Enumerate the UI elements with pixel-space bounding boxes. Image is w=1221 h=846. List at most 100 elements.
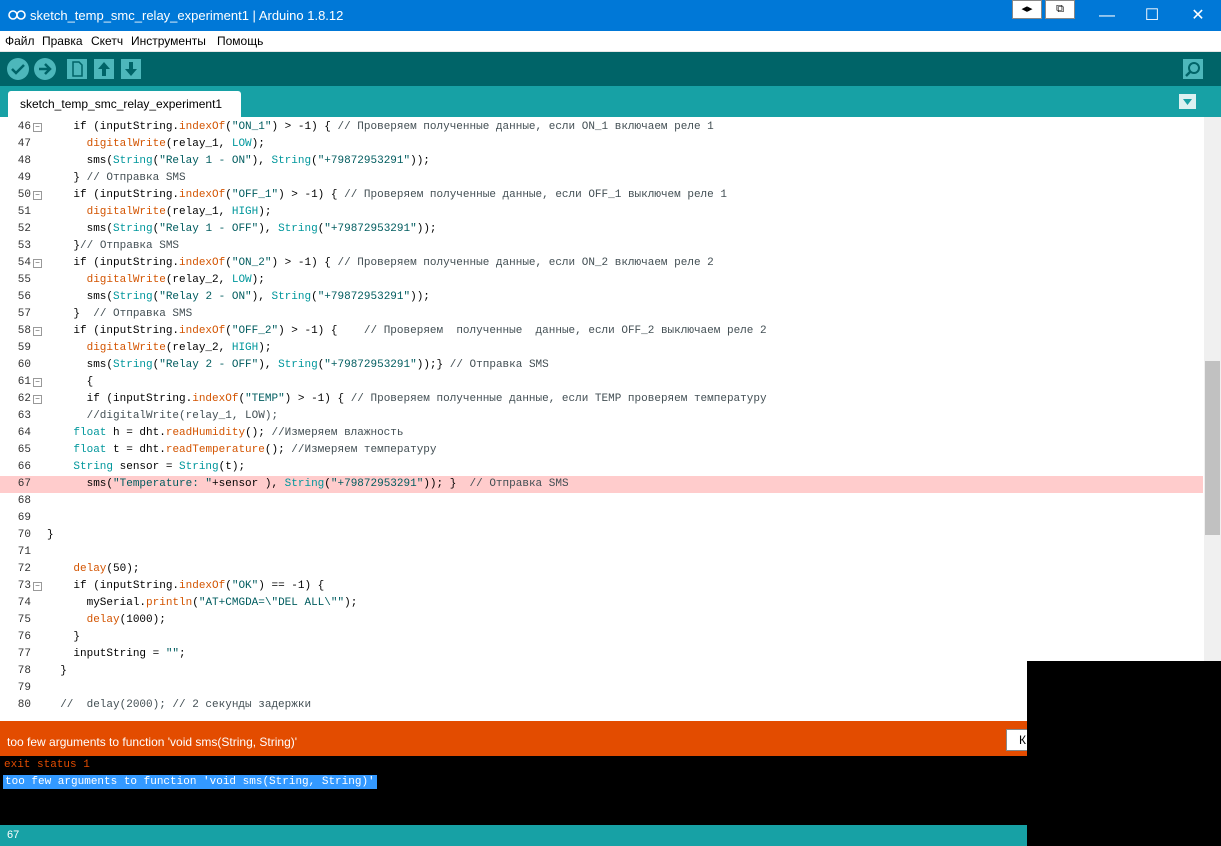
line-number: 52 (17, 223, 31, 235)
code-line[interactable]: 73− if (inputString.indexOf("OK") == -1)… (0, 578, 1203, 595)
code-line[interactable]: 51 digitalWrite(relay_1, HIGH); (0, 204, 1203, 221)
code-line[interactable]: 64 float h = dht.readHumidity(); //Измер… (0, 425, 1203, 442)
window-mode-button[interactable]: ⧉ (1045, 0, 1075, 19)
code-text: sms(String("Relay 1 - OFF"), String("+79… (47, 223, 437, 235)
line-number: 55 (17, 274, 31, 286)
code-line[interactable]: 67 sms("Temperature: "+sensor ), String(… (0, 476, 1203, 493)
line-number: 50 (17, 189, 31, 201)
code-line[interactable]: 72 delay(50); (0, 561, 1203, 578)
editor-scrollbar[interactable] (1204, 117, 1221, 721)
code-text: sms(String("Relay 2 - ON"), String("+798… (47, 291, 430, 303)
fold-toggle-icon[interactable]: − (33, 395, 42, 404)
line-number: 62 (17, 393, 31, 405)
menu-bar: Файл Правка Скетч Инструменты Помощь (0, 31, 1221, 52)
code-line[interactable]: 56 sms(String("Relay 2 - ON"), String("+… (0, 289, 1203, 306)
new-icon[interactable] (65, 57, 89, 81)
code-text: float t = dht.readTemperature(); //Измер… (73, 444, 437, 456)
upload-icon[interactable] (33, 57, 57, 81)
code-line[interactable]: 76 } (0, 629, 1203, 646)
fold-toggle-icon[interactable]: − (33, 582, 42, 591)
code-line[interactable]: 59 digitalWrite(relay_2, HIGH); (0, 340, 1203, 357)
code-line[interactable]: 74 mySerial.println("AT+CMGDA=\"DEL ALL\… (0, 595, 1203, 612)
fold-toggle-icon[interactable]: − (33, 123, 42, 132)
code-line[interactable]: 63 //digitalWrite(relay_1, LOW); (0, 408, 1203, 425)
line-number: 70 (17, 529, 31, 541)
line-number: 61 (17, 376, 31, 388)
menu-tools[interactable]: Инструменты (131, 34, 206, 48)
tab-menu-icon[interactable] (1179, 94, 1196, 109)
line-number: 76 (17, 631, 31, 643)
code-text: sms("Temperature: "+sensor ), String("+7… (47, 478, 569, 490)
code-text: } (47, 529, 54, 541)
menu-help[interactable]: Помощь (217, 34, 263, 48)
code-line[interactable]: 71 (0, 544, 1203, 561)
menu-sketch[interactable]: Скетч (91, 34, 123, 48)
code-line[interactable]: 62− if (inputString.indexOf("TEMP") > -1… (0, 391, 1203, 408)
code-line[interactable]: 50− if (inputString.indexOf("OFF_1") > -… (0, 187, 1203, 204)
code-line[interactable]: 47 digitalWrite(relay_1, LOW); (0, 136, 1203, 153)
code-text: digitalWrite(relay_2, LOW); (86, 274, 265, 286)
code-line[interactable]: 68 (0, 493, 1203, 510)
code-line[interactable]: 53 }// Отправка SMS (0, 238, 1203, 255)
line-number: 46 (17, 121, 31, 133)
scrollbar-thumb[interactable] (1205, 361, 1220, 535)
line-number: 56 (17, 291, 31, 303)
serial-monitor-icon[interactable] (1181, 57, 1205, 81)
code-line[interactable]: 66 String sensor = String(t); (0, 459, 1203, 476)
code-line[interactable]: 57 } // Отправка SMS (0, 306, 1203, 323)
window-title: sketch_temp_smc_relay_experiment1 | Ardu… (30, 8, 344, 23)
menu-edit[interactable]: Правка (42, 34, 83, 48)
code-line[interactable]: 79 (0, 680, 1203, 697)
code-line[interactable]: 60 sms(String("Relay 2 - OFF"), String("… (0, 357, 1203, 374)
line-number: 54 (17, 257, 31, 269)
close-button[interactable]: ✕ (1175, 0, 1221, 31)
code-line[interactable]: 58− if (inputString.indexOf("OFF_2") > -… (0, 323, 1203, 340)
code-line[interactable]: 69 (0, 510, 1203, 527)
code-line[interactable]: 55 digitalWrite(relay_2, LOW); (0, 272, 1203, 289)
resize-arrows-button[interactable]: ◂▸ (1012, 0, 1042, 19)
menu-file[interactable]: Файл (5, 34, 35, 48)
black-overlay-region (1027, 661, 1221, 846)
fold-toggle-icon[interactable]: − (33, 259, 42, 268)
line-number: 63 (17, 410, 31, 422)
line-number: 48 (17, 155, 31, 167)
code-text: float h = dht.readHumidity(); //Измеряем… (73, 427, 404, 439)
code-line[interactable]: 70} (0, 527, 1203, 544)
code-editor[interactable]: 46− if (inputString.indexOf("ON_1") > -1… (0, 117, 1221, 721)
line-number: 49 (17, 172, 31, 184)
fold-toggle-icon[interactable]: − (33, 327, 42, 336)
fold-toggle-icon[interactable]: − (33, 191, 42, 200)
code-line[interactable]: 54− if (inputString.indexOf("ON_2") > -1… (0, 255, 1203, 272)
code-line[interactable]: 52 sms(String("Relay 1 - OFF"), String("… (0, 221, 1203, 238)
line-number: 79 (17, 682, 31, 694)
code-line[interactable]: 80 // delay(2000); // 2 секунды задержки (0, 697, 1203, 714)
save-icon[interactable] (119, 57, 143, 81)
code-text: } (47, 665, 67, 677)
minimize-button[interactable]: — (1084, 0, 1130, 31)
arduino-logo-icon (8, 10, 26, 20)
tab-label: sketch_temp_smc_relay_experiment1 (20, 97, 223, 111)
code-text: if (inputString.indexOf("ON_2") > -1) { … (47, 257, 714, 269)
code-line[interactable]: 48 sms(String("Relay 1 - ON"), String("+… (0, 153, 1203, 170)
line-number: 60 (17, 359, 31, 371)
code-line[interactable]: 78 } (0, 663, 1203, 680)
code-line[interactable]: 75 delay(1000); (0, 612, 1203, 629)
line-number: 57 (17, 308, 31, 320)
line-number: 80 (17, 699, 31, 711)
code-text: if (inputString.indexOf("TEMP") > -1) { … (47, 393, 767, 405)
open-icon[interactable] (92, 57, 116, 81)
code-line[interactable]: 46− if (inputString.indexOf("ON_1") > -1… (0, 119, 1203, 136)
verify-icon[interactable] (6, 57, 30, 81)
line-number: 65 (17, 444, 31, 456)
tab-sketch[interactable]: sketch_temp_smc_relay_experiment1 (8, 91, 241, 117)
line-number: 74 (17, 597, 31, 609)
maximize-button[interactable]: ☐ (1129, 0, 1175, 31)
code-text: inputString = ""; (47, 648, 186, 660)
fold-toggle-icon[interactable]: − (33, 378, 42, 387)
code-line[interactable]: 77 inputString = ""; (0, 646, 1203, 663)
code-line[interactable]: 49 } // Отправка SMS (0, 170, 1203, 187)
code-line[interactable]: 65 float t = dht.readTemperature(); //Из… (0, 442, 1203, 459)
code-text: if (inputString.indexOf("ON_1") > -1) { … (73, 121, 714, 133)
code-text: if (inputString.indexOf("OFF_1") > -1) {… (47, 189, 727, 201)
code-line[interactable]: 61− { (0, 374, 1203, 391)
